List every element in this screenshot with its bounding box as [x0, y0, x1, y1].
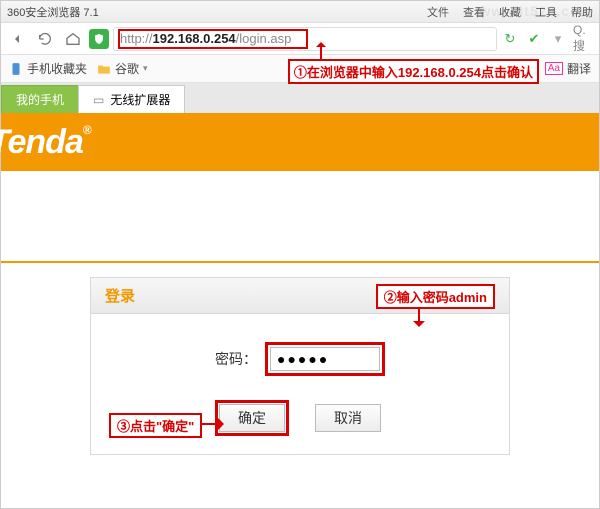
back-button[interactable]	[5, 27, 29, 51]
brand-logo: Tenda®	[0, 123, 91, 162]
window-title: 360安全浏览器 7.1	[7, 4, 427, 20]
search-icon[interactable]: Q.搜	[573, 30, 591, 48]
url-host: 192.168.0.254	[153, 31, 236, 46]
nav-toolbar: http://192.168.0.254/login.asp ↻ ✔ ▾ Q.搜	[1, 23, 599, 55]
password-highlight	[265, 342, 385, 376]
bookmark-google[interactable]: 谷歌 ▾	[97, 60, 148, 77]
cancel-button[interactable]: 取消	[315, 404, 381, 432]
tab-my-phone[interactable]: 我的手机	[1, 85, 79, 113]
bookmark-bar: 手机收藏夹 谷歌 ▾ ✚ 扩展 ◆ 海淘搜比价 ¥ 网银 Aa 翻译 ①在浏览器…	[1, 55, 599, 83]
toolbar-right: ↻ ✔ ▾ Q.搜	[501, 30, 595, 48]
refresh-icon[interactable]: ↻	[501, 30, 519, 48]
leaf-icon[interactable]: ✔	[525, 30, 543, 48]
callout-url: ①在浏览器中输入192.168.0.254点击确认	[288, 59, 539, 84]
callout-password: ②输入密码admin	[376, 284, 495, 309]
bookmark-translate[interactable]: Aa 翻译	[545, 60, 591, 77]
login-header: 登录 ②输入密码admin	[91, 278, 509, 314]
url-path: /login.asp	[236, 31, 292, 46]
reload-button[interactable]	[33, 27, 57, 51]
phone-icon	[9, 62, 23, 76]
dropdown-icon[interactable]: ▾	[549, 30, 567, 48]
login-title: 登录	[105, 285, 135, 306]
tab-label: 无线扩展器	[110, 91, 170, 108]
page-icon: ▭	[93, 93, 104, 107]
password-row: 密码：	[111, 342, 489, 376]
bookmark-label: 手机收藏夹	[27, 60, 87, 77]
callout-ok: ③点击"确定"	[109, 413, 202, 438]
divider	[1, 261, 599, 263]
chevron-down-icon: ▾	[143, 63, 148, 74]
bookmark-phone-fav[interactable]: 手机收藏夹	[9, 60, 87, 77]
menu-file[interactable]: 文件	[427, 4, 449, 20]
folder-icon	[97, 62, 111, 76]
tab-bar: 我的手机 ▭ 无线扩展器	[1, 83, 599, 113]
password-input[interactable]	[270, 347, 380, 371]
brand-header: Tenda®	[1, 113, 599, 171]
home-button[interactable]	[61, 27, 85, 51]
login-panel: 登录 ②输入密码admin 密码： 确定 取消 ③点击"确定"	[90, 277, 510, 455]
password-label: 密码：	[215, 349, 257, 369]
bookmark-label: 谷歌	[115, 60, 139, 77]
url-prefix: http://	[120, 31, 153, 46]
translate-icon: Aa	[545, 62, 563, 75]
tab-router[interactable]: ▭ 无线扩展器	[78, 85, 185, 113]
shield-icon	[89, 29, 109, 49]
watermark: www.it528.com	[479, 3, 593, 19]
bookmark-label: 翻译	[567, 60, 591, 77]
address-bar[interactable]: http://192.168.0.254/login.asp	[113, 27, 497, 51]
